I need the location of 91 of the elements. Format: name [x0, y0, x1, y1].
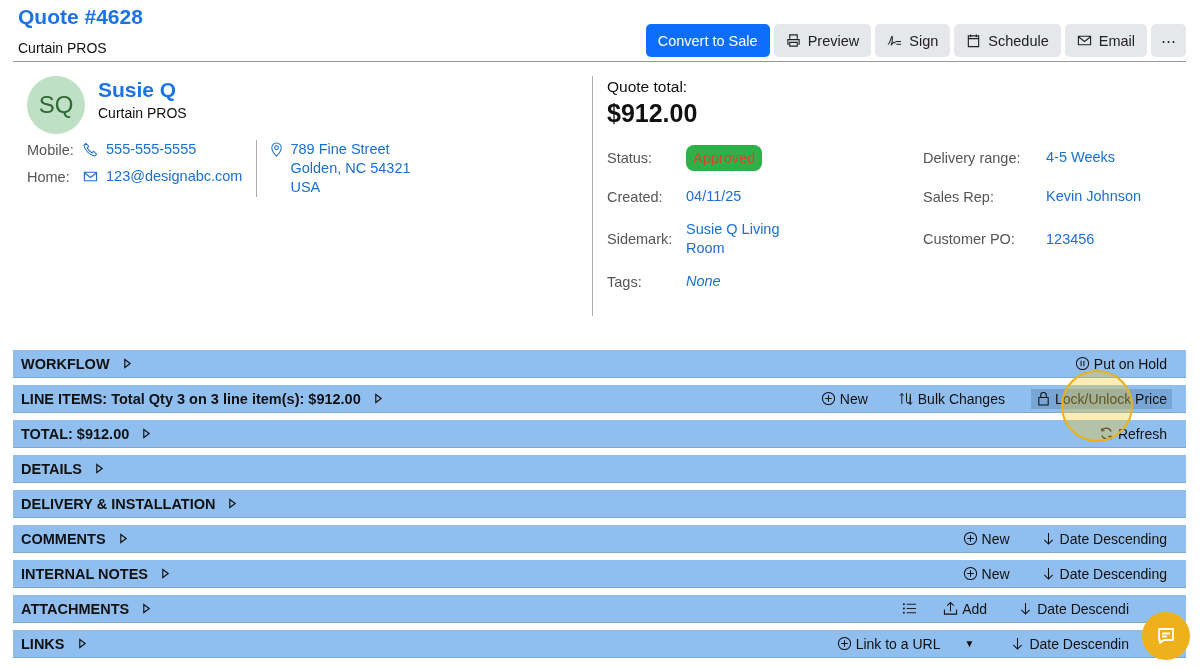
- field-value[interactable]: None: [686, 272, 796, 291]
- address-line[interactable]: USA: [290, 178, 411, 197]
- email-button[interactable]: Email: [1064, 24, 1147, 57]
- field-label: Status:: [607, 149, 654, 166]
- sort-button[interactable]: Date Descendin: [1005, 633, 1134, 654]
- section-title: TOTAL: $912.00: [21, 425, 130, 442]
- sort-button[interactable]: Date Descending: [1035, 563, 1172, 584]
- status-badge: Approved: [686, 144, 763, 171]
- section-bar[interactable]: INTERNAL NOTES New Date Descending: [13, 560, 1186, 588]
- plus-circle-icon: [820, 391, 836, 406]
- expand-triangle-icon: [373, 393, 383, 404]
- schedule-button[interactable]: Schedule: [954, 24, 1061, 57]
- email-link[interactable]: 123@designabc.com: [106, 167, 243, 186]
- bulk-changes-button[interactable]: Bulk Changes: [893, 388, 1010, 409]
- field-label: Sidemark:: [607, 231, 674, 247]
- calendar-icon: [966, 33, 982, 48]
- location-pin-icon: [269, 142, 285, 157]
- more-button[interactable]: ⋯: [1151, 24, 1186, 57]
- new-button[interactable]: New: [815, 388, 873, 409]
- plus-circle-icon: [962, 566, 978, 581]
- section-title: LINKS: [21, 635, 65, 652]
- expand-triangle-icon: [118, 533, 128, 544]
- quote-title: Quote #4628: [18, 4, 143, 30]
- section-bar[interactable]: LINKS Link to a URL ▼ Date Descendin: [13, 630, 1186, 658]
- phone-icon: [83, 142, 98, 157]
- section-title: LINE ITEMS: Total Qty 3 on 3 line item(s): $912.00: [21, 390, 361, 407]
- company-name: Curtain PROS: [18, 39, 108, 57]
- list-icon[interactable]: [902, 601, 918, 616]
- expand-triangle-icon: [122, 358, 132, 369]
- field-value[interactable]: Susie Q Living Room: [686, 220, 796, 258]
- sort-button[interactable]: Date Descending: [1035, 528, 1172, 549]
- total-label: Quote total:: [607, 78, 689, 96]
- envelope-icon: [83, 169, 98, 184]
- dropdown-caret[interactable]: ▼: [964, 638, 975, 649]
- envelope-icon: [1076, 33, 1092, 48]
- new-button[interactable]: New: [957, 528, 1015, 549]
- customer-name[interactable]: Susie Q: [98, 78, 187, 102]
- address-line[interactable]: 789 Fine Street: [290, 140, 411, 159]
- section-bar[interactable]: COMMENTS New Date Descending: [13, 525, 1186, 553]
- contact-label: Home:: [27, 168, 71, 185]
- field-label: Created:: [607, 188, 664, 205]
- printer-icon: [785, 33, 801, 48]
- avatar: SQ: [27, 76, 85, 134]
- field-label: Customer PO:: [923, 231, 1016, 247]
- expand-triangle-icon: [77, 638, 87, 649]
- expand-triangle-icon: [142, 603, 152, 614]
- section-title: COMMENTS: [21, 530, 106, 547]
- signature-icon: [887, 33, 903, 48]
- field-value[interactable]: 4-5 Weeks: [1046, 148, 1156, 167]
- field-value[interactable]: 04/11/25: [686, 187, 796, 206]
- section-title: ATTACHMENTS: [21, 600, 130, 617]
- field-label: Tags:: [607, 273, 643, 290]
- expand-triangle-icon: [161, 568, 171, 579]
- field-label: Sales Rep:: [923, 188, 995, 205]
- section-bar[interactable]: DELIVERY & INSTALLATION: [13, 490, 1186, 518]
- section-title: INTERNAL NOTES: [21, 565, 149, 582]
- swap-arrows-icon: [898, 391, 914, 406]
- new-button[interactable]: New: [957, 563, 1015, 584]
- sign-button[interactable]: Sign: [875, 24, 951, 57]
- plus-circle-icon: [962, 531, 978, 546]
- phone-link[interactable]: 555-555-5555: [106, 140, 197, 159]
- contact-label: Mobile:: [27, 141, 75, 158]
- hold-button[interactable]: Put on Hold: [1069, 353, 1172, 374]
- plus-circle-icon: [836, 636, 852, 651]
- customer-company: Curtain PROS: [98, 105, 187, 121]
- expand-triangle-icon: [228, 498, 238, 509]
- pause-icon: [1074, 356, 1090, 371]
- preview-button[interactable]: Preview: [773, 24, 872, 57]
- expand-triangle-icon: [142, 428, 152, 439]
- total-amount: $912.00: [607, 99, 699, 128]
- expand-triangle-icon: [94, 463, 104, 474]
- upload-icon: [943, 601, 959, 616]
- field-label: Delivery range:: [923, 149, 1022, 166]
- section-bar[interactable]: ATTACHMENTS Add Date Descendi: [13, 595, 1186, 623]
- section-title: DELIVERY & INSTALLATION: [21, 495, 216, 512]
- section-bar[interactable]: DETAILS: [13, 455, 1186, 483]
- section-title: WORKFLOW: [21, 355, 110, 372]
- convert-button[interactable]: Convert to Sale: [645, 24, 770, 57]
- field-value[interactable]: Kevin Johnson: [1046, 187, 1156, 206]
- chat-icon: [1156, 626, 1176, 646]
- address-line[interactable]: Golden, NC 54321: [290, 159, 411, 178]
- section-title: DETAILS: [21, 460, 82, 477]
- sort-button[interactable]: Date Descendi: [1013, 598, 1134, 619]
- field-value[interactable]: 123456: [1046, 229, 1156, 249]
- lock-icon: [1035, 391, 1051, 406]
- section-bar[interactable]: WORKFLOW Put on Hold: [13, 350, 1186, 378]
- refresh-icon: [1098, 426, 1114, 441]
- refresh-button[interactable]: Refresh: [1093, 423, 1172, 444]
- section-bar[interactable]: TOTAL: $912.00 Refresh: [13, 420, 1186, 448]
- new-button[interactable]: Link to a URL: [831, 633, 946, 654]
- add-button[interactable]: Add: [938, 598, 993, 619]
